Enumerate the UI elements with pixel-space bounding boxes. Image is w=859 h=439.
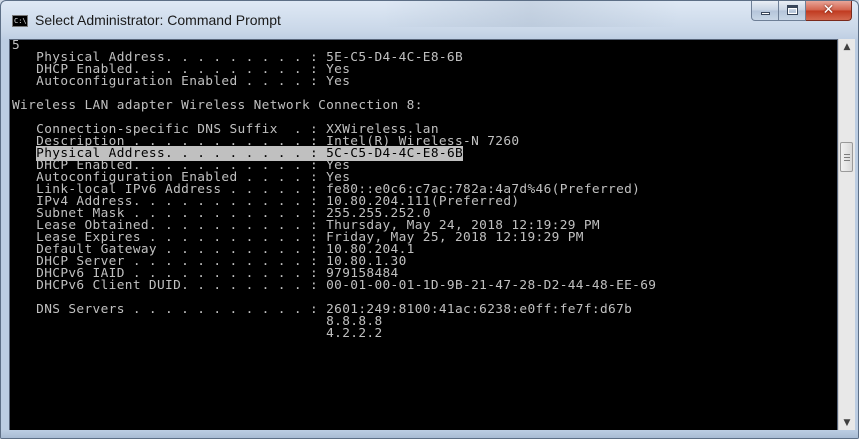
window-frame-bottom [1,430,858,438]
console-line: Wireless LAN adapter Wireless Network Co… [12,98,423,113]
scroll-up-icon[interactable]: ▲ [839,39,855,56]
console-output[interactable]: 5 Physical Address. . . . . . . . . : 5E… [9,39,838,432]
command-prompt-window: C:\. Select Administrator: Command Promp… [0,0,859,439]
title-bar[interactable]: C:\. Select Administrator: Command Promp… [1,1,858,39]
scrollbar-thumb[interactable] [840,142,853,172]
title-bar-background-blur [381,1,681,27]
minimize-button[interactable] [751,1,779,21]
window-title: Select Administrator: Command Prompt [35,12,281,28]
close-button[interactable]: ✕ [806,1,852,21]
minimize-icon [761,12,770,15]
close-icon: ✕ [822,2,835,18]
console-line: 4.2.2.2 [12,326,383,341]
console-lines: 5 Physical Address. . . . . . . . . : 5E… [12,40,656,340]
maximize-icon [787,5,798,15]
console-line: Autoconfiguration Enabled . . . . : Yes [12,74,351,89]
grip-line [844,160,850,161]
console-line: DHCPv6 Client DUID. . . . . . . . : 00-0… [12,278,657,293]
vertical-scrollbar[interactable]: ▲ ▼ [838,39,855,432]
caption-buttons: ✕ [751,1,852,22]
cmd-icon[interactable]: C:\. [12,15,28,27]
grip-line [844,154,850,155]
maximize-button[interactable] [779,1,806,21]
grip-line [844,157,850,158]
